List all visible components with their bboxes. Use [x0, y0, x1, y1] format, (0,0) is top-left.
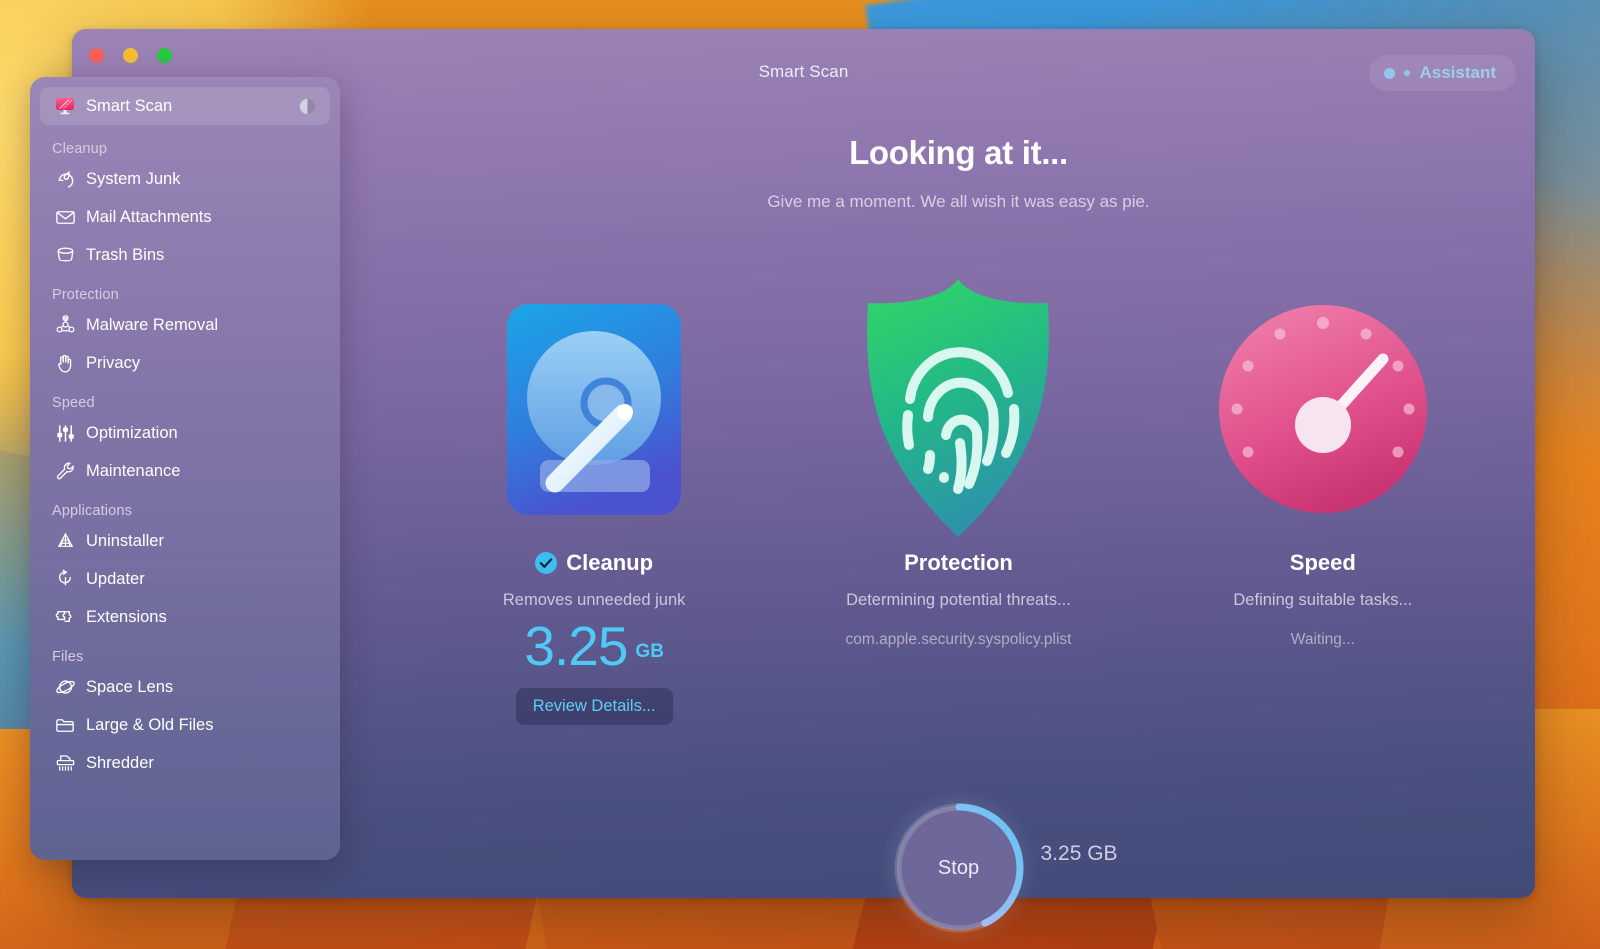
sidebar-item-large-old-files[interactable]: Large & Old Files [40, 706, 330, 744]
speedometer-icon [1217, 274, 1429, 544]
module-protection: Protection Determining potential threats… [793, 274, 1123, 649]
sidebar-item-privacy[interactable]: Privacy [40, 344, 330, 382]
sidebar-item-label: Maintenance [86, 461, 181, 480]
scan-modules: Cleanup Removes unneeded junk 3.25 GB Re… [412, 274, 1505, 726]
module-size: 3.25 GB [524, 615, 664, 677]
app-window: Smart Scan Assistant Smart Scan Cleanup … [30, 29, 1535, 948]
monitor-scan-icon [52, 93, 78, 119]
stop-button-group[interactable]: Stop [878, 788, 1039, 948]
scan-progress-ring [894, 803, 1023, 933]
review-details-button[interactable]: Review Details... [515, 688, 673, 726]
sidebar-item-maintenance[interactable]: Maintenance [40, 452, 330, 490]
shield-fingerprint-icon [838, 274, 1078, 544]
sidebar-item-mail-attachments[interactable]: Mail Attachments [40, 198, 330, 236]
total-size-label: 3.25 GB [1040, 842, 1118, 865]
sidebar-item-label: Shredder [86, 753, 154, 772]
sidebar-item-label: Optimization [86, 423, 178, 442]
sidebar-item-label: Large & Old Files [86, 715, 214, 734]
sidebar-item-uninstaller[interactable]: Uninstaller [40, 522, 330, 560]
module-size-unit: GB [635, 641, 664, 663]
module-header: Protection [904, 550, 1013, 576]
sidebar-item-label: Privacy [86, 353, 141, 372]
module-detail: com.apple.security.syspolicy.plist [845, 631, 1072, 648]
planet-icon [52, 674, 78, 700]
sidebar-item-label: Smart Scan [86, 96, 173, 115]
wrench-icon [52, 458, 78, 484]
close-button[interactable] [89, 48, 104, 63]
sidebar-item-label: Malware Removal [86, 315, 219, 334]
module-title: Speed [1289, 550, 1356, 575]
scan-progress-icon [299, 98, 316, 115]
sidebar-item-optimization[interactable]: Optimization [40, 414, 330, 452]
module-header: Speed [1290, 550, 1356, 576]
shredder-icon [52, 750, 78, 776]
module-cleanup: Cleanup Removes unneeded junk 3.25 GB Re… [429, 274, 759, 726]
module-detail: Waiting... [1290, 631, 1355, 648]
module-title: Cleanup [566, 550, 654, 575]
sidebar-item-extensions[interactable]: Extensions [40, 598, 330, 636]
sidebar-group-label: Applications [52, 503, 132, 519]
biohazard-icon [52, 312, 78, 338]
sidebar-item-label: System Junk [86, 169, 181, 188]
refresh-arrow-icon [52, 566, 78, 592]
sidebar-group-label: Files [52, 649, 84, 665]
envelope-icon [52, 204, 78, 230]
module-speed: Speed Defining suitable tasks... Waiting… [1158, 274, 1488, 649]
sidebar-item-label: Trash Bins [86, 245, 165, 264]
hard-drive-icon [505, 274, 683, 544]
module-subtitle: Defining suitable tasks... [1233, 591, 1413, 609]
puzzle-piece-icon [52, 604, 78, 630]
minimize-button[interactable] [123, 48, 138, 63]
sidebar-item-label: Updater [86, 569, 145, 588]
module-header: Cleanup [535, 550, 653, 576]
page-subtitle: Give me a moment. We all wish it was eas… [767, 192, 1150, 211]
trash-bin-icon [52, 242, 78, 268]
window-controls[interactable] [89, 48, 172, 63]
sidebar-item-space-lens[interactable]: Space Lens [40, 668, 330, 706]
broom-icon [52, 166, 78, 192]
module-subtitle: Removes unneeded junk [502, 591, 686, 609]
module-size-value: 3.25 [524, 615, 628, 677]
main-content: Looking at it... Give me a moment. We al… [382, 29, 1535, 948]
sliders-icon [52, 420, 78, 446]
sidebar-item-label: Uninstaller [86, 531, 164, 550]
folder-icon [52, 712, 78, 738]
zoom-button[interactable] [157, 48, 172, 63]
sidebar-item-updater[interactable]: Updater [40, 560, 330, 598]
sidebar: Smart Scan Cleanup System Junk Mail Atta… [30, 77, 340, 860]
sidebar-item-smart-scan[interactable]: Smart Scan [40, 87, 330, 125]
app-grid-icon [52, 528, 78, 554]
sidebar-item-label: Mail Attachments [86, 207, 212, 226]
hand-icon [52, 350, 78, 376]
sidebar-group-label: Cleanup [52, 141, 108, 157]
module-title: Protection [904, 550, 1013, 575]
sidebar-item-shredder[interactable]: Shredder [40, 744, 330, 782]
check-circle-icon [535, 552, 558, 574]
sidebar-item-malware-removal[interactable]: Malware Removal [40, 306, 330, 344]
sidebar-item-system-junk[interactable]: System Junk [40, 160, 330, 198]
sidebar-item-label: Space Lens [86, 677, 174, 696]
sidebar-group-label: Speed [52, 395, 95, 411]
page-title: Looking at it... [849, 134, 1068, 171]
sidebar-item-trash-bins[interactable]: Trash Bins [40, 236, 330, 274]
sidebar-group-label: Protection [52, 287, 119, 303]
module-subtitle: Determining potential threats... [846, 591, 1071, 609]
sidebar-item-label: Extensions [86, 607, 167, 626]
